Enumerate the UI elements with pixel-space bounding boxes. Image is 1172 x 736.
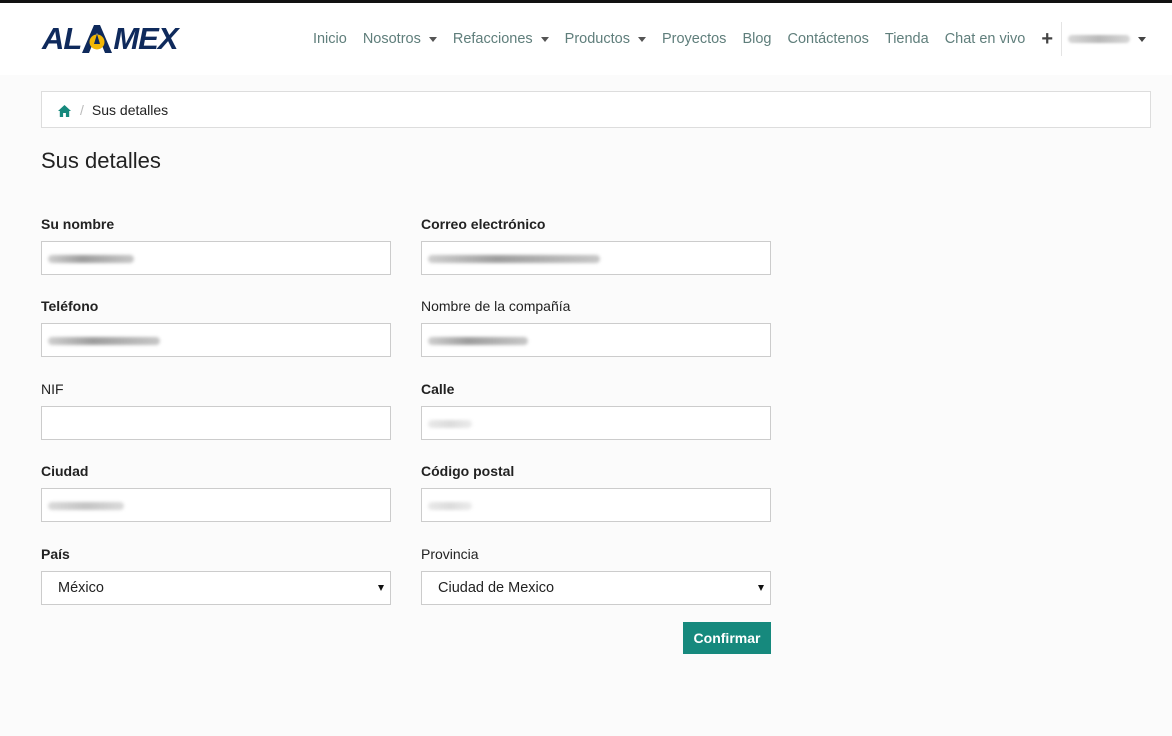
nav-inicio[interactable]: Inicio xyxy=(313,31,347,47)
nif-group: NIF xyxy=(41,380,391,440)
nav-label: Contáctenos xyxy=(787,31,869,47)
nif-field[interactable] xyxy=(41,406,391,440)
name-group: Su nombre xyxy=(41,215,391,275)
nav-blog[interactable]: Blog xyxy=(742,31,771,47)
nav-label: Chat en vivo xyxy=(944,31,1026,47)
nav-chat-en-vivo[interactable]: Chat en vivo xyxy=(945,31,1026,47)
nav-productos[interactable]: Productos xyxy=(565,31,646,47)
redacted-value xyxy=(428,337,528,345)
nav-refacciones[interactable]: Refacciones xyxy=(453,31,549,47)
redacted-value xyxy=(428,502,472,510)
state-selected: Ciudad de Mexico xyxy=(438,580,555,596)
main-nav: Inicio Nosotros Refacciones Productos Pr… xyxy=(313,22,1146,56)
nav-label: Productos xyxy=(564,31,630,47)
phone-group: Teléfono xyxy=(41,297,391,357)
email-field[interactable] xyxy=(421,241,771,275)
country-group: País México xyxy=(41,545,391,605)
breadcrumb-separator: / xyxy=(80,101,84,118)
email-group: Correo electrónico xyxy=(421,215,771,275)
user-name-redacted xyxy=(1068,35,1130,43)
caret-down-icon xyxy=(1138,36,1146,42)
city-label: Ciudad xyxy=(41,463,89,479)
state-select[interactable]: Ciudad de Mexico xyxy=(421,571,771,605)
select-arrow-icon xyxy=(378,585,384,591)
select-arrow-icon xyxy=(758,585,764,591)
name-field[interactable] xyxy=(41,241,391,275)
nav-label: Nosotros xyxy=(362,31,421,47)
brand-logo[interactable]: AL MEX xyxy=(42,21,179,56)
nav-label: Refacciones xyxy=(452,31,533,47)
caret-down-icon xyxy=(540,36,549,42)
company-label: Nombre de la compañía xyxy=(421,298,571,314)
nav-label: Tienda xyxy=(884,31,929,47)
nif-label: NIF xyxy=(41,381,64,397)
plus-icon[interactable]: + xyxy=(1041,29,1053,49)
nav-nosotros[interactable]: Nosotros xyxy=(363,31,437,47)
breadcrumb-current: Sus detalles xyxy=(91,101,169,118)
state-label: Provincia xyxy=(421,546,479,562)
nav-proyectos[interactable]: Proyectos xyxy=(662,31,726,47)
redacted-value xyxy=(428,420,472,428)
country-label: País xyxy=(41,546,70,562)
logo-text-left: AL xyxy=(42,21,82,56)
zip-field[interactable] xyxy=(421,488,771,522)
navbar: AL MEX Inicio Nosotros Refacciones Produ… xyxy=(0,3,1172,75)
zip-group: Código postal xyxy=(421,462,771,522)
home-icon[interactable] xyxy=(58,104,71,117)
company-field[interactable] xyxy=(421,323,771,357)
breadcrumb: / Sus detalles xyxy=(41,91,1151,128)
caret-down-icon xyxy=(428,36,437,42)
nav-label: Proyectos xyxy=(661,31,727,47)
logo-mark-icon xyxy=(82,25,113,53)
redacted-value xyxy=(48,337,160,345)
user-menu[interactable] xyxy=(1068,35,1146,43)
nav-label: Inicio xyxy=(312,31,347,47)
street-label: Calle xyxy=(421,381,455,397)
confirm-button[interactable]: Confirmar xyxy=(683,622,771,654)
nav-label: Blog xyxy=(742,31,772,47)
redacted-value xyxy=(48,502,124,510)
country-selected: México xyxy=(58,580,104,596)
street-field[interactable] xyxy=(421,406,771,440)
city-group: Ciudad xyxy=(41,462,391,522)
caret-down-icon xyxy=(637,36,646,42)
company-group: Nombre de la compañía xyxy=(421,297,771,357)
street-group: Calle xyxy=(421,380,771,440)
redacted-value xyxy=(428,255,600,263)
page-title: Sus detalles xyxy=(41,148,161,173)
phone-field[interactable] xyxy=(41,323,391,357)
nav-contactenos[interactable]: Contáctenos xyxy=(787,31,868,47)
nav-divider xyxy=(1061,22,1062,56)
logo-text-right: MEX xyxy=(113,21,178,56)
name-label: Su nombre xyxy=(41,216,115,232)
email-label: Correo electrónico xyxy=(421,216,546,232)
zip-label: Código postal xyxy=(421,463,515,479)
redacted-value xyxy=(48,255,134,263)
nav-tienda[interactable]: Tienda xyxy=(885,31,929,47)
city-field[interactable] xyxy=(41,488,391,522)
country-select[interactable]: México xyxy=(41,571,391,605)
state-group: Provincia Ciudad de Mexico xyxy=(421,545,771,605)
phone-label: Teléfono xyxy=(41,298,99,314)
